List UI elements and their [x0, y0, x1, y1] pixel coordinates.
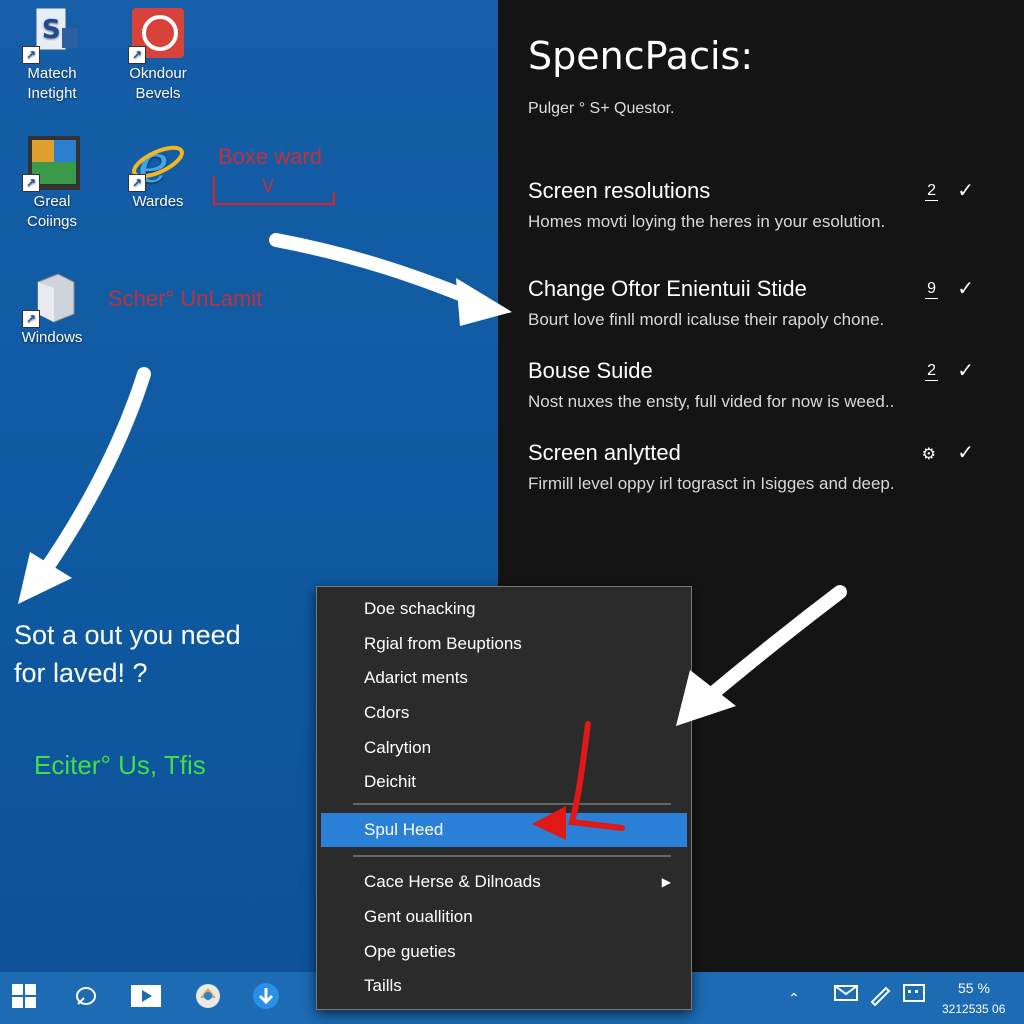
clock[interactable]: 3212535 06 [942, 1002, 1005, 1016]
setting-change-oftor[interactable]: Change Oftor Enientuii Stide Bourt love … [528, 276, 998, 330]
menu-item[interactable]: Cdors [317, 696, 689, 730]
checkmark-icon[interactable]: ✓ [957, 358, 974, 383]
settings-title: SpencPacis: [528, 34, 754, 78]
annotation-text: Scher° UnLamit [108, 286, 263, 311]
chevron-right-icon: ▶ [661, 875, 671, 889]
download-icon[interactable] [250, 982, 282, 1014]
menu-item-label: Cace Herse & Dilnoads [364, 872, 541, 891]
app-globe-icon[interactable] [192, 982, 224, 1014]
keyboard-icon[interactable] [898, 982, 930, 1014]
annotation-text: V [262, 176, 275, 196]
desktop-icon-greal[interactable]: ↗ Greal Coiings [6, 134, 98, 232]
photo-app-icon: ↗ [22, 134, 80, 192]
desktop-icon-label: Windows [21, 329, 83, 346]
checkmark-icon[interactable]: ✓ [957, 178, 974, 203]
desktop-icon-matech[interactable]: S ↗ Matech Inetight [6, 6, 98, 104]
menu-item[interactable]: Gent ouallition [317, 900, 689, 934]
windows-logo-icon [12, 984, 36, 1008]
gear-icon[interactable]: ⚙ [920, 444, 938, 464]
promo-text: Sot a out you need for laved! ? [14, 620, 241, 688]
svg-text:S: S [42, 15, 61, 45]
desktop-icon-okndour[interactable]: ↗ Okndour Bevels [112, 6, 204, 104]
tagline-text: Eciter° Us, Tfis [34, 750, 206, 780]
setting-bouse-suide[interactable]: Bouse Suide Nost nuxes the ensty, full v… [528, 358, 998, 412]
desktop-icon-label: Greal Coiings [26, 193, 78, 230]
setting-description: Nost nuxes the ensty, full vided for now… [528, 392, 895, 411]
setting-description: Bourt love finll mordl icaluse their rap… [528, 310, 885, 329]
desktop-icon-label: Wardes [132, 193, 184, 210]
desktop-icon-label: Matech Inetight [27, 65, 77, 102]
menu-item[interactable]: Calrytion [317, 731, 689, 765]
start-button[interactable] [8, 982, 40, 1014]
tray-expand-icon[interactable]: ⌃ [778, 982, 810, 1014]
desktop-icon-wardes[interactable]: e ↗ Wardes [112, 134, 204, 212]
setting-number: 9 [925, 280, 938, 299]
media-player-icon[interactable] [130, 982, 162, 1014]
menu-item[interactable]: Adarict ments [317, 661, 689, 695]
menu-divider [353, 855, 671, 857]
menu-item[interactable]: Rgial from Beuptions [317, 627, 689, 661]
menu-item[interactable]: Ope gueties [317, 935, 689, 969]
setting-number: 2 [925, 182, 938, 201]
menu-divider [353, 803, 671, 805]
mail-icon[interactable] [830, 982, 862, 1014]
setting-description: Homes movti loying the heres in your eso… [528, 212, 886, 231]
red-app-icon: ↗ [128, 6, 186, 64]
setting-description: Firmill level oppy irl tograsct in Isigg… [528, 474, 895, 493]
context-menu: Doe schacking Rgial from Beuptions Adari… [316, 586, 692, 1010]
checkmark-icon[interactable]: ✓ [957, 440, 974, 465]
internet-explorer-icon: e ↗ [128, 134, 186, 195]
document-s-icon: S ↗ [22, 6, 80, 64]
desktop-icon-label: Okndour Bevels [129, 65, 187, 102]
settings-subtitle: Pulger ° S+ Questor. [528, 100, 675, 117]
menu-item-selected[interactable]: Spul Heed [321, 813, 687, 847]
menu-item[interactable]: Taills [317, 969, 689, 1003]
setting-screen-anlytted[interactable]: Screen anlytted Firmill level oppy irl t… [528, 440, 998, 494]
menu-item-submenu[interactable]: Cace Herse & Dilnoads ▶ [317, 865, 689, 899]
setting-screen-resolutions[interactable]: Screen resolutions Homes movti loying th… [528, 178, 998, 232]
setting-number: 2 [925, 362, 938, 381]
pen-icon[interactable] [864, 982, 896, 1014]
search-icon[interactable] [70, 982, 102, 1014]
windows-folder-icon: ↗ [22, 270, 80, 328]
menu-item[interactable]: Deichit [317, 765, 689, 799]
battery-percent[interactable]: 55 % [958, 980, 990, 996]
desktop-icon-windows[interactable]: ↗ Windows [6, 270, 98, 348]
checkmark-icon[interactable]: ✓ [957, 276, 974, 301]
menu-item[interactable]: Doe schacking [317, 592, 689, 626]
annotation-text: Boxe ward [218, 144, 322, 169]
